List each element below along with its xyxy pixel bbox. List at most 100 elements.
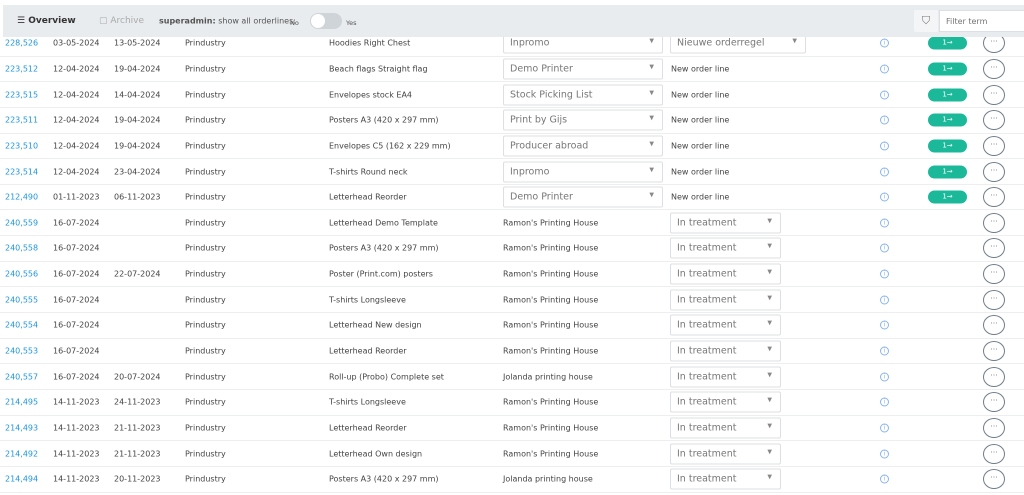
status-select[interactable]: In treatment ▼ [670, 212, 781, 234]
status-select[interactable]: In treatment ▼ [670, 417, 781, 439]
info-icon[interactable]: i [880, 167, 889, 177]
more-options-button[interactable]: ··· [983, 110, 1005, 131]
order-id-link[interactable]: 240,554 [5, 321, 38, 330]
more-options-button[interactable]: ··· [983, 443, 1005, 464]
chevron-down-icon: ▼ [767, 448, 772, 456]
info-icon[interactable]: i [880, 346, 889, 356]
supplier-select[interactable]: Demo Printer ▼ [503, 58, 663, 80]
send-order-button[interactable]: 1→ [928, 139, 967, 153]
more-options-button[interactable]: ··· [983, 289, 1005, 310]
info-icon[interactable]: i [880, 192, 889, 202]
status-select-value: In treatment [677, 473, 737, 485]
info-icon[interactable]: i [880, 474, 889, 484]
status-select[interactable]: In treatment ▼ [670, 340, 781, 362]
info-icon[interactable]: i [880, 269, 889, 279]
more-options-button[interactable]: ··· [983, 264, 1005, 285]
order-id-link[interactable]: 240,553 [5, 347, 38, 356]
chevron-down-icon: ▼ [767, 268, 772, 276]
send-order-button[interactable]: 1→ [928, 36, 967, 50]
order-id-link[interactable]: 214,492 [5, 449, 38, 458]
product-name: Roll-up (Probo) Complete set [329, 372, 444, 382]
info-icon[interactable]: i [880, 320, 889, 330]
tab-overview[interactable]: ☰ Overview [17, 16, 76, 26]
info-icon[interactable]: i [880, 423, 889, 433]
supplier-select[interactable]: Stock Picking List ▼ [503, 84, 663, 106]
more-options-button[interactable]: ··· [983, 392, 1005, 413]
info-icon[interactable]: i [880, 141, 889, 151]
info-icon[interactable]: i [880, 397, 889, 407]
status-select[interactable]: In treatment ▼ [670, 263, 781, 285]
order-id-link[interactable]: 214,494 [5, 475, 38, 484]
supplier-name: Ramon's Printing House [503, 295, 599, 305]
order-id-link[interactable]: 240,558 [5, 244, 38, 253]
company-name: Prindustry [185, 243, 226, 253]
more-options-button[interactable]: ··· [983, 58, 1005, 79]
supplier-name: Jolanda printing house [503, 372, 593, 382]
send-order-button[interactable]: 1→ [928, 62, 967, 76]
product-name: Envelopes stock EA4 [329, 90, 412, 100]
filter-icon[interactable]: ⛉ [914, 10, 938, 32]
table-row: 223,515 12-04-2024 14-04-2024 Prindustry Env… [0, 82, 1024, 108]
order-id-link[interactable]: 240,555 [5, 295, 38, 304]
order-id-link[interactable]: 212,490 [5, 193, 38, 202]
info-icon[interactable]: i [880, 243, 889, 253]
more-options-button[interactable]: ··· [983, 161, 1005, 182]
send-order-button[interactable]: 1→ [928, 165, 967, 179]
order-id-link[interactable]: 223,512 [5, 64, 38, 73]
order-id-link[interactable]: 228,526 [5, 39, 38, 48]
order-id-link[interactable]: 214,495 [5, 398, 38, 407]
more-options-button[interactable]: ··· [983, 135, 1005, 156]
more-options-button[interactable]: ··· [983, 212, 1005, 233]
filter-input[interactable] [939, 10, 1024, 32]
tab-archive[interactable]: ▢ Archive [99, 16, 144, 26]
status-select[interactable]: In treatment ▼ [670, 314, 781, 336]
order-id-link[interactable]: 240,557 [5, 372, 38, 381]
info-icon[interactable]: i [880, 38, 889, 48]
company-name: Prindustry [185, 372, 226, 382]
status-select[interactable]: In treatment ▼ [670, 391, 781, 413]
supplier-name: Ramon's Printing House [503, 269, 599, 279]
more-options-button[interactable]: ··· [983, 315, 1005, 336]
more-options-button[interactable]: ··· [983, 366, 1005, 387]
status-select[interactable]: In treatment ▼ [670, 289, 781, 311]
more-options-button[interactable]: ··· [983, 187, 1005, 208]
supplier-select[interactable]: Inpromo ▼ [503, 161, 663, 183]
info-icon[interactable]: i [880, 372, 889, 382]
info-icon[interactable]: i [880, 218, 889, 228]
more-options-button[interactable]: ··· [983, 417, 1005, 438]
status-select[interactable]: In treatment ▼ [670, 237, 781, 259]
order-id-link[interactable]: 240,556 [5, 270, 38, 279]
supplier-select[interactable]: Print by Gijs ▼ [503, 109, 663, 131]
supplier-select-value: Demo Printer [510, 191, 573, 203]
status-select[interactable]: In treatment ▼ [670, 366, 781, 388]
more-options-button[interactable]: ··· [983, 469, 1005, 490]
order-id-link[interactable]: 223,511 [5, 116, 38, 125]
status-select[interactable]: In treatment ▼ [670, 468, 781, 490]
chevron-down-icon: ▼ [767, 345, 772, 353]
order-id-link[interactable]: 223,515 [5, 90, 38, 99]
product-name: Envelopes C5 (162 x 229 mm) [329, 141, 451, 151]
send-order-button[interactable]: 1→ [928, 190, 967, 204]
status-select[interactable]: In treatment ▼ [670, 443, 781, 465]
more-options-button[interactable]: ··· [983, 238, 1005, 259]
order-id-link[interactable]: 240,559 [5, 218, 38, 227]
supplier-select[interactable]: Demo Printer ▼ [503, 186, 663, 208]
company-name: Prindustry [185, 269, 226, 279]
info-icon[interactable]: i [880, 115, 889, 125]
info-icon[interactable]: i [880, 295, 889, 305]
send-order-button[interactable]: 1→ [928, 113, 967, 127]
info-icon[interactable]: i [880, 90, 889, 100]
more-options-button[interactable]: ··· [983, 341, 1005, 361]
chevron-down-icon: ▼ [767, 319, 772, 327]
info-icon[interactable]: i [880, 449, 889, 459]
order-id-link[interactable]: 223,510 [5, 141, 38, 150]
order-date: 16-07-2024 [53, 320, 100, 330]
order-id-link[interactable]: 223,514 [5, 167, 38, 176]
send-order-button[interactable]: 1→ [928, 88, 967, 102]
order-id-link[interactable]: 214,493 [5, 423, 38, 432]
show-all-toggle[interactable] [310, 13, 342, 29]
info-icon[interactable]: i [880, 64, 889, 74]
chevron-down-icon: ▼ [649, 140, 654, 148]
more-options-button[interactable]: ··· [983, 84, 1005, 105]
supplier-select[interactable]: Producer abroad ▼ [503, 135, 663, 157]
